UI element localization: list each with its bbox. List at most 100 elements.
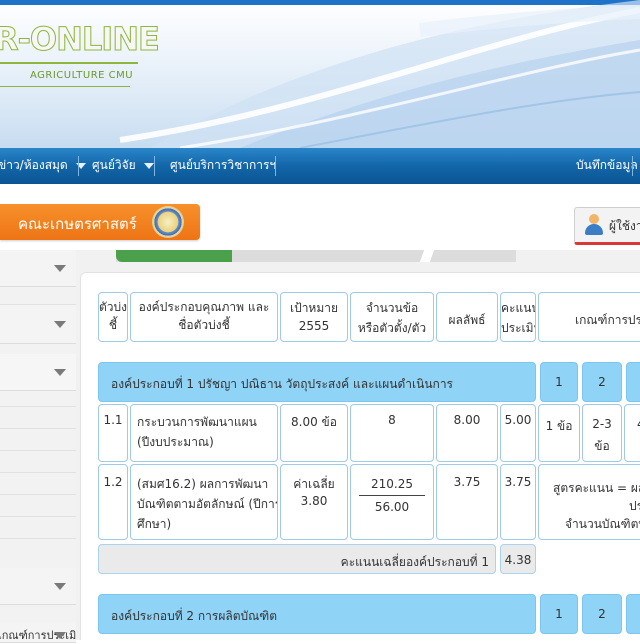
logo-underline bbox=[0, 62, 138, 64]
fraction-line bbox=[359, 495, 425, 496]
chevron-down-icon bbox=[54, 369, 66, 376]
header-criteria-label: เกณฑ์การประเมิน bbox=[575, 313, 640, 327]
nav-item-academic-service[interactable]: ศูนย์บริการวิชาการฯ bbox=[170, 148, 276, 184]
nav-item-research-center[interactable]: ศูนย์วิจัย bbox=[92, 148, 154, 184]
header-score-sublabel: ประเมิน bbox=[501, 321, 535, 335]
component-2-title: องค์ประกอบที่ 2 การผลิตบัณฑิต bbox=[111, 609, 277, 623]
criteria-col-label: 1 bbox=[555, 607, 563, 621]
nav-item-label: ศูนย์วิจัย bbox=[92, 158, 136, 172]
header-count-sublabel: หรือตัวตั้ง/ตัวหาร bbox=[357, 321, 427, 341]
nav-item-library[interactable]: ข่าว/ห้องสมุด bbox=[0, 148, 86, 184]
nav-item-data-entry[interactable]: บันทึกข้อมูล bbox=[576, 148, 638, 184]
main-nav: ข่าว/ห้องสมุด ศูนย์วิจัย ศูนย์บริการวิชา… bbox=[0, 148, 640, 184]
criteria-col-label: 1 bbox=[555, 375, 563, 389]
sidebar-divider bbox=[0, 472, 76, 473]
component-1-average-value-cell: 4.38 bbox=[500, 544, 536, 574]
chevron-down-icon bbox=[54, 265, 66, 272]
row-name-line: (สมศ16.2) ผลการพัฒนา bbox=[137, 477, 269, 491]
criteria-col-2: 2 bbox=[582, 362, 622, 402]
nav-divider bbox=[154, 156, 155, 176]
row-1-1-name[interactable]: กระบวนการพัฒนาแผน (ปีงบประมาณ) bbox=[130, 404, 278, 462]
row-1-1-index: 1.1 bbox=[98, 404, 128, 462]
row-1-2-criteria: สูตรคะแนน = ผลรวม ประ จำนวนบัณฑิตที่ได้ bbox=[538, 464, 640, 540]
row-index: 1.1 bbox=[103, 413, 123, 427]
user-button[interactable]: ผู้ใช้งาน bbox=[574, 207, 640, 245]
row-denominator: 56.00 bbox=[374, 500, 410, 514]
chevron-down-icon bbox=[54, 321, 66, 328]
row-score: 5.00 bbox=[504, 413, 532, 427]
header-component-label: องค์ประกอบคุณภาพ และชื่อตัวบ่งชี้ bbox=[138, 300, 270, 332]
row-criteria-formula: สูตรคะแนน = ผลรวม bbox=[553, 481, 640, 495]
sidebar-item-1[interactable] bbox=[0, 250, 76, 287]
criteria-col-2: 2 bbox=[582, 594, 622, 634]
logo-text: R-ONLINE bbox=[0, 20, 160, 59]
row-1-2-index: 1.2 bbox=[98, 464, 128, 540]
row-name-line: บัณฑิตตามอัตลักษณ์ (ปีการ bbox=[137, 497, 278, 511]
row-target: 8.00 ข้อ bbox=[291, 415, 337, 429]
row-count: 8 bbox=[388, 413, 396, 427]
header-score: คะแนน ประเมิน bbox=[500, 292, 536, 342]
chevron-down-icon bbox=[143, 162, 154, 169]
component-2-header: องค์ประกอบที่ 2 การผลิตบัณฑิต bbox=[98, 594, 536, 634]
chevron-down-icon bbox=[54, 632, 66, 639]
sidebar-item-3[interactable] bbox=[0, 354, 76, 391]
header-count: จำนวนข้อ หรือตัวตั้ง/ตัวหาร bbox=[350, 292, 434, 342]
sidebar-item-2[interactable] bbox=[0, 305, 76, 344]
row-1-2-fraction: 210.25 56.00 bbox=[350, 464, 434, 540]
nav-divider bbox=[275, 156, 276, 176]
average-label: คะแนนเฉลี่ยองค์ประกอบที่ 1 bbox=[340, 555, 489, 569]
criteria-col-label: 2 bbox=[598, 607, 606, 621]
progress-fill bbox=[116, 250, 232, 262]
criteria-col-1: 1 bbox=[540, 594, 578, 634]
row-result: 8.00 bbox=[453, 413, 481, 427]
user-icon bbox=[584, 214, 604, 236]
nav-item-label: ศูนย์บริการวิชาการฯ bbox=[170, 158, 277, 172]
row-1-1-criteria-1: 1 ข้อ bbox=[538, 404, 580, 462]
site-logo[interactable]: R-ONLINE bbox=[0, 20, 160, 59]
component-1-average-label-cell: คะแนนเฉลี่ยองค์ประกอบที่ 1 bbox=[98, 544, 496, 574]
row-name-line: กระบวนการพัฒนาแผน bbox=[137, 415, 257, 429]
chevron-down-icon bbox=[54, 583, 66, 590]
row-1-1-criteria-2: 2-3 ข้อ bbox=[582, 404, 622, 462]
component-1-header: องค์ประกอบที่ 1 ปรัชญา ปณิธาน วัตถุประสง… bbox=[98, 362, 536, 402]
logo-subtitle-line bbox=[0, 86, 130, 87]
row-1-1-criteria-3: 4 bbox=[624, 404, 640, 462]
header-target-year: 2555 bbox=[298, 319, 330, 333]
row-criteria: ข้อ bbox=[594, 439, 610, 453]
row-1-1-target: 8.00 ข้อ bbox=[280, 404, 348, 462]
row-numerator: 210.25 bbox=[371, 477, 413, 491]
sub-header: คณะเกษตรศาสตร์ bbox=[0, 184, 640, 250]
header-result: ผลลัพธ์ bbox=[436, 292, 498, 342]
header-result-label: ผลลัพธ์ bbox=[448, 313, 486, 327]
average-value: 4.38 bbox=[504, 553, 532, 567]
row-1-1-score: 5.00 bbox=[500, 404, 536, 462]
sidebar: เกณฑ์การประเมินฯ bbox=[0, 250, 90, 643]
sidebar-divider bbox=[0, 450, 76, 451]
nav-item-label: ข่าว/ห้องสมุด bbox=[0, 158, 68, 172]
logo-subtitle: AGRICULTURE CMU bbox=[30, 70, 134, 81]
row-score: 3.75 bbox=[504, 475, 532, 489]
sidebar-divider bbox=[0, 428, 76, 429]
sidebar-item-4[interactable] bbox=[0, 568, 76, 605]
row-1-1-count: 8 bbox=[350, 404, 434, 462]
row-result: 3.75 bbox=[453, 475, 481, 489]
row-1-2-name[interactable]: (สมศ16.2) ผลการพัฒนา บัณฑิตตามอัตลักษณ์ … bbox=[130, 464, 278, 540]
sidebar-divider bbox=[0, 538, 76, 539]
header-count-label: จำนวนข้อ bbox=[365, 301, 419, 315]
header-index-label: ตัวบ่งชี้ bbox=[99, 300, 128, 332]
criteria-col-3 bbox=[626, 362, 640, 402]
faculty-button[interactable]: คณะเกษตรศาสตร์ bbox=[0, 204, 200, 240]
sidebar-divider bbox=[0, 516, 76, 517]
university-seal-icon bbox=[152, 206, 184, 238]
row-1-2-target: ค่าเฉลี่ย 3.80 bbox=[280, 464, 348, 540]
user-label: ผู้ใช้งาน bbox=[609, 219, 640, 233]
nav-divider bbox=[632, 156, 633, 176]
row-index: 1.2 bbox=[103, 475, 123, 489]
row-target: ค่าเฉลี่ย 3.80 bbox=[293, 477, 335, 508]
row-1-2-score: 3.75 bbox=[500, 464, 536, 540]
header-index: ตัวบ่งชี้ bbox=[98, 292, 128, 342]
row-criteria: 2-3 bbox=[592, 417, 612, 431]
criteria-col-1: 1 bbox=[540, 362, 578, 402]
header-banner: R-ONLINE AGRICULTURE CMU bbox=[0, 0, 640, 148]
nav-divider bbox=[78, 156, 79, 176]
